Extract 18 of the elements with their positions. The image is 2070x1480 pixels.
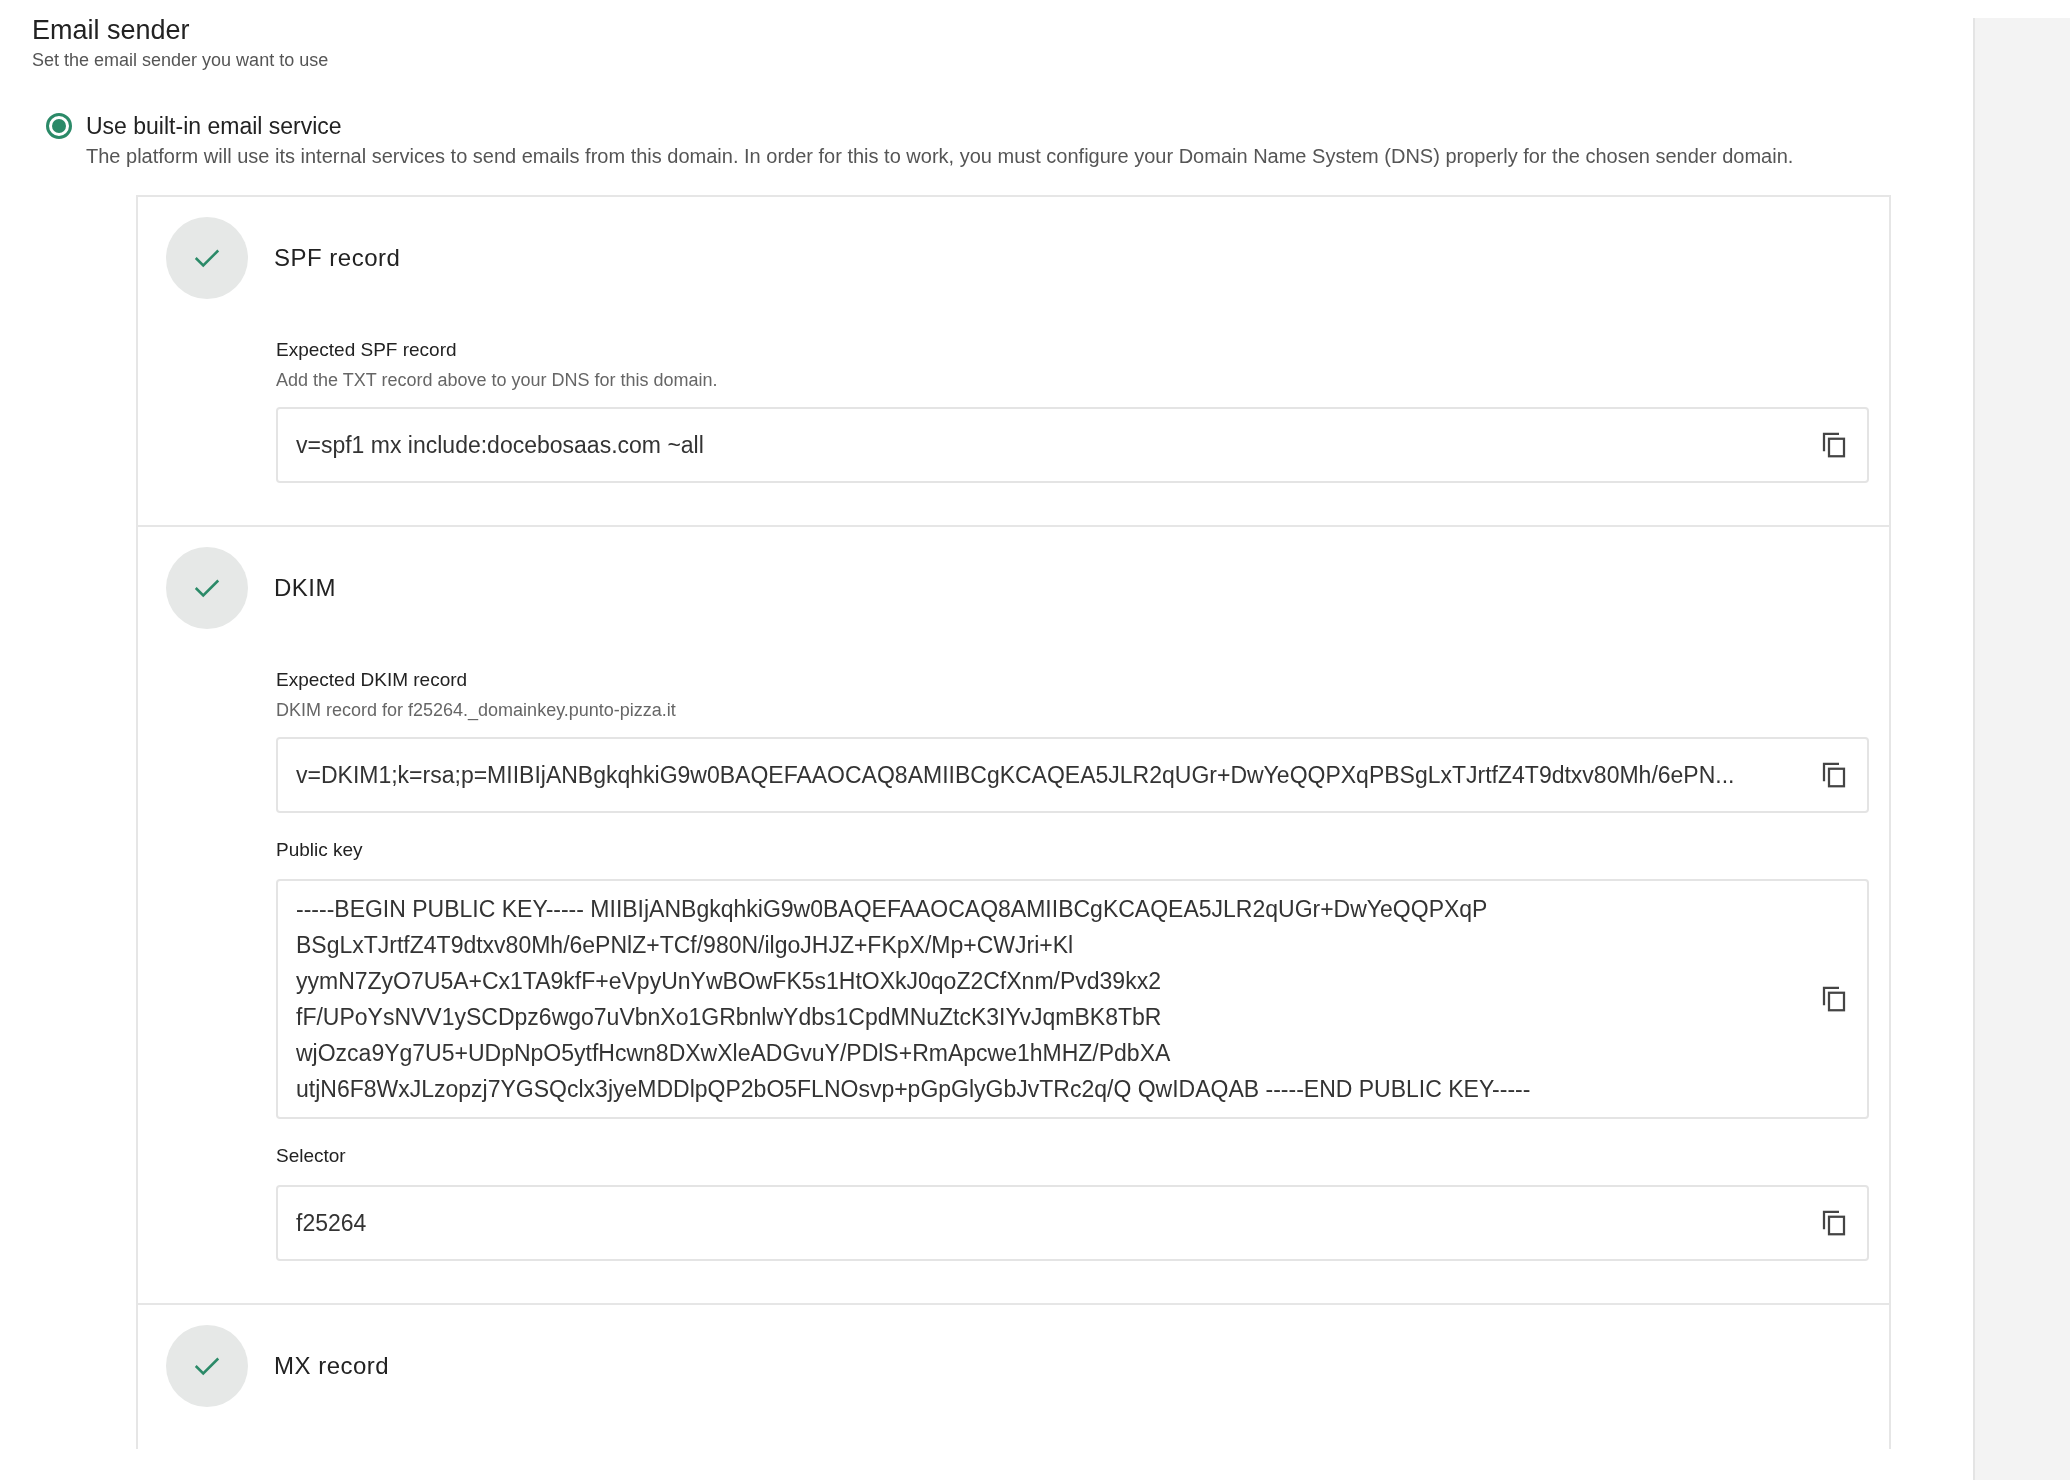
- section-title: Email sender: [32, 14, 191, 46]
- field-hint: DKIM record for f25264._domainkey.punto-pizza.it: [276, 699, 677, 723]
- field-label: Public key: [276, 838, 364, 862]
- record-title: DKIM: [274, 574, 336, 602]
- radio-button[interactable]: [46, 113, 72, 139]
- record-field[interactable]: v=DKIM1;k=rsa;p=MIIBIjANBgkqhkiG9w0BAQEFAAOCAQ8AMIIBCgKCAQEA5JLR2qUGr+DwYeQQPXqPBSgLxTJrtfZ4T9dtxv80Mh/6ePN...: [276, 737, 1869, 813]
- record-title: MX record: [274, 1352, 390, 1380]
- record-title: SPF record: [274, 244, 401, 272]
- record-field[interactable]: v=spf1 mx include:docebosaas.com ~all: [276, 407, 1869, 483]
- record-field[interactable]: -----BEGIN PUBLIC KEY----- MIIBIjANBgkqhkiG9w0BAQEFAAOCAQ8AMIIBCgKCAQEA5JLR2qUGr+DwYeQQPXqP BSgLxTJrtfZ4T9dtxv80Mh/6ePNlZ+TCf/980N/ilgoJHJZ+FKpX/Mp+CWJri+Kl yymN7ZyO7U5A+Cx1TA9kfF+eVpyUnYwBOwFK5s1HtOXkJ0qoZ2CfXnm/Pvd39kx2 fF/UPoYsNVV1ySCDpz6wgo7uVbnXo1GRbnlwYdbs1CpdMNuZtcK3IYvJqmBK8TbR wjOzca9Yg7U5+UDpNpO5ytfHcwn8DXwXleADGvuY/PDlS+RmApcwe1hMHZ/PdbXA utjN6F8WxJLzopzj7YGSQclx3jyeMDDlpQP2bO5FLNOsvp+pGpGlyGbJvTRc2q/Q QwIDAQAB -----END PUBLIC KEY-----: [276, 879, 1869, 1119]
- record-field[interactable]: f25264: [276, 1185, 1869, 1261]
- field-label: Expected SPF record: [276, 338, 458, 362]
- option-description: The platform will use its internal services to send emails from this domain. In order for this to work, you must configure your Domain Name System (DNS) properly for the chosen sender domain.: [86, 144, 1794, 169]
- section-subtitle: Set the email sender you want to use: [32, 50, 330, 71]
- field-label: Expected DKIM record: [276, 668, 469, 692]
- field-hint: Add the TXT record above to your DNS for this domain.: [276, 369, 719, 392]
- field-label: Selector: [276, 1144, 347, 1168]
- option-label: Use built-in email service: [86, 112, 343, 141]
